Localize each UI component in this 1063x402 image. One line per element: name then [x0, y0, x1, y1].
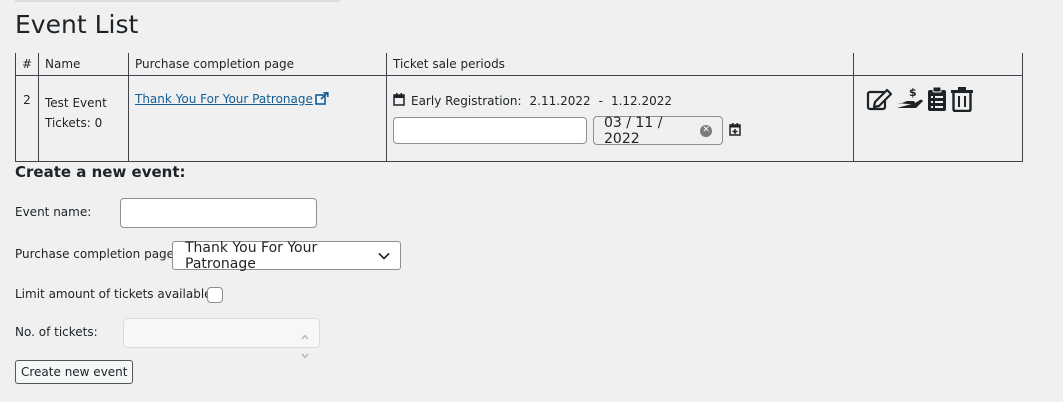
col-header-number: # [15, 53, 39, 76]
clipboard-list-icon[interactable] [926, 86, 948, 115]
col-header-completion-page: Purchase completion page [128, 53, 387, 76]
limit-tickets-label: Limit amount of tickets available: [15, 287, 216, 301]
payment-hand-icon[interactable]: $ [896, 86, 924, 115]
sale-period-end: 1.12.2022 [610, 94, 673, 108]
table-row: 2 Test Event Tickets: 0 Thank You For Yo… [15, 75, 1023, 162]
completion-page-label: Purchase completion page: [15, 247, 179, 261]
completion-page-select[interactable]: Thank You For Your Patronage [172, 239, 401, 272]
sale-period-separator: - [598, 94, 603, 108]
svg-text:$: $ [909, 86, 917, 99]
top-scroll-indicator [15, 0, 340, 2]
ticket-count-label: No. of tickets: [15, 325, 98, 339]
edit-icon[interactable] [866, 87, 894, 114]
events-table: # Name Purchase completion page Ticket s… [15, 53, 1023, 162]
new-sale-period-row: 03 / 11 / 2022 ✕ [393, 114, 847, 147]
row-actions: $ [866, 86, 1016, 115]
sale-period-label: Early Registration: [411, 94, 522, 108]
number-spinner[interactable] [301, 325, 309, 363]
completion-page-selected: Thank You For Your Patronage [185, 239, 318, 272]
clear-date-icon[interactable]: ✕ [700, 124, 712, 137]
col-header-name: Name [38, 53, 129, 76]
col-header-actions [853, 53, 1023, 76]
row-completion-page-cell: Thank You For Your Patronage [128, 75, 387, 162]
event-name-input[interactable] [120, 198, 317, 228]
row-name-cell: Test Event Tickets: 0 [38, 75, 129, 162]
col-header-sale-periods: Ticket sale periods [386, 53, 854, 76]
page-title: Event List [15, 10, 139, 39]
spinner-down-icon [301, 344, 309, 363]
calendar-add-icon[interactable] [729, 122, 741, 139]
row-sale-periods-cell: Early Registration: 2.11.2022 - 1.12.202… [386, 75, 854, 162]
completion-page-link[interactable]: Thank You For Your Patronage [135, 92, 329, 106]
event-name-label: Event name: [15, 205, 92, 219]
sale-period-start: 2.11.2022 [529, 94, 591, 108]
table-header-row: # Name Purchase completion page Ticket s… [15, 53, 1023, 76]
completion-page-link-text: Thank You For Your Patronage [135, 92, 313, 106]
event-tickets: Tickets: 0 [45, 116, 103, 130]
sale-period-entry: Early Registration: 2.11.2022 - 1.12.202… [393, 92, 847, 110]
new-period-date-value: 03 / 11 / 2022 [604, 114, 663, 147]
external-link-icon [315, 92, 329, 108]
calendar-icon [393, 93, 405, 109]
spinner-up-icon [301, 325, 309, 344]
row-actions-cell: $ [853, 75, 1023, 162]
new-period-date-input[interactable]: 03 / 11 / 2022 ✕ [593, 114, 723, 147]
create-event-button[interactable]: Create new event [15, 360, 134, 384]
trash-icon[interactable] [950, 86, 974, 115]
limit-tickets-checkbox[interactable] [207, 287, 223, 303]
row-number: 2 [15, 75, 39, 162]
event-name: Test Event [45, 96, 107, 110]
new-period-name-input[interactable] [393, 117, 587, 144]
chevron-down-icon [378, 248, 390, 264]
ticket-count-input[interactable] [123, 318, 320, 359]
create-event-heading: Create a new event: [15, 163, 186, 181]
